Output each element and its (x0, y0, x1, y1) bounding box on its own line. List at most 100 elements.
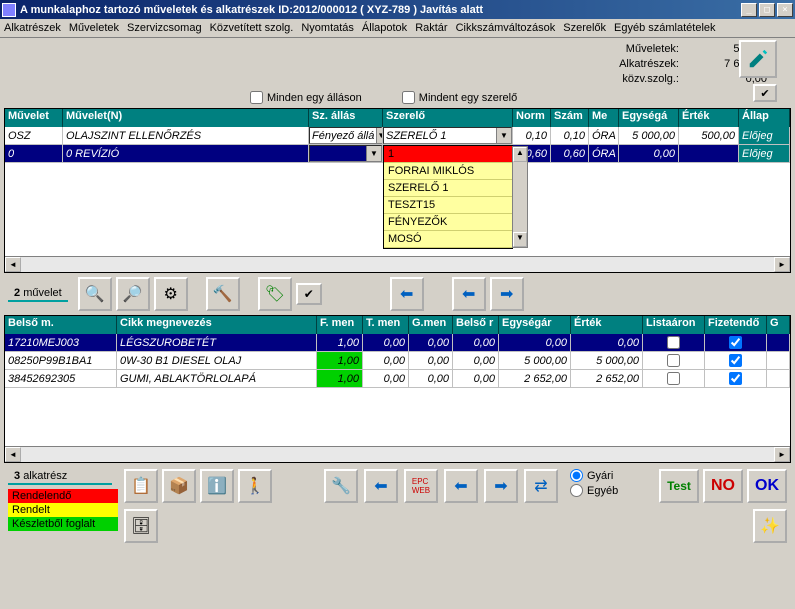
ops-col-egysegar[interactable]: Egységá (619, 109, 679, 127)
check-minden-allason[interactable]: Minden egy álláson (250, 91, 362, 104)
check-small-button[interactable]: ✔ (296, 283, 322, 305)
ops-col-szallas[interactable]: Sz. állás (309, 109, 383, 127)
close-button[interactable]: × (777, 3, 793, 17)
szerelo-dropdown[interactable]: 1 FORRAI MIKLÓS SZERELŐ 1 TESZT15 FÉNYEZ… (383, 145, 513, 249)
ops-col-szam[interactable]: Szám (551, 109, 589, 127)
ops-col-norm[interactable]: Norm (513, 109, 551, 127)
ops-col-ertek[interactable]: Érték (679, 109, 739, 127)
list-out-button[interactable]: ➡ (484, 469, 518, 503)
ops-col-muveletn[interactable]: Művelet(N) (63, 109, 309, 127)
ok-button[interactable]: OK (747, 469, 787, 503)
confirm-small-button[interactable]: ✔ (753, 84, 777, 102)
scroll-left-icon[interactable]: ◄ (5, 447, 21, 462)
menu-raktar[interactable]: Raktár (415, 22, 447, 34)
parts-col-egysegar[interactable]: Egységár (499, 316, 571, 334)
chevron-down-icon[interactable]: ▼ (376, 128, 383, 143)
chevron-down-icon[interactable]: ▼ (496, 128, 511, 143)
ops-cell-szerelo[interactable]: SZERELŐ 1▼ (383, 127, 513, 144)
parts-col-fizetendo[interactable]: Fizetendő (705, 316, 767, 334)
ops-col-allapot[interactable]: Állap (739, 109, 790, 127)
list-both-button[interactable]: ⇄ (524, 469, 558, 503)
menu-allapotok[interactable]: Állapotok (362, 22, 407, 34)
indent-left-button[interactable]: ⬅ (452, 277, 486, 311)
dropdown-scrollbar[interactable]: ▲ ▼ (512, 146, 528, 248)
indent-right-button[interactable]: ➡ (490, 277, 524, 311)
maximize-button[interactable]: □ (759, 3, 775, 17)
check-minden-allason-input[interactable] (250, 91, 263, 104)
parts-col-belso[interactable]: Belső m. (5, 316, 117, 334)
parts-col-gmen[interactable]: G.men (409, 316, 453, 334)
scroll-left-icon[interactable]: ◄ (5, 257, 21, 272)
dropdown-item[interactable]: FORRAI MIKLÓS (384, 163, 512, 180)
ops-hscrollbar[interactable]: ◄ ► (5, 256, 790, 272)
edit-totals-button[interactable] (739, 40, 777, 78)
ops-col-szerelo[interactable]: Szerelő (383, 109, 513, 127)
dropdown-item[interactable]: FÉNYEZŐK (384, 214, 512, 231)
ops-col-muvelet[interactable]: Művelet (5, 109, 63, 127)
parts-col-tmen[interactable]: T. men (363, 316, 409, 334)
check-mindent-szerelo[interactable]: Mindent egy szerelő (402, 91, 517, 104)
parts-col-cikk[interactable]: Cikk megnevezés (117, 316, 317, 334)
scroll-down-icon[interactable]: ▼ (513, 232, 527, 247)
parts-row[interactable]: 08250P99B1BA1 0W-30 B1 DIESEL OLAJ 1,00 … (5, 352, 790, 370)
menu-alkatreszek[interactable]: Alkatrészek (4, 22, 61, 34)
menu-cikkszam[interactable]: Cikkszámváltozások (456, 22, 556, 34)
person-button[interactable]: 🚶 (238, 469, 272, 503)
menu-nyomtatas[interactable]: Nyomtatás (301, 22, 354, 34)
search-ops-button[interactable]: 🔍 (78, 277, 112, 311)
check-mindent-szerelo-input[interactable] (402, 91, 415, 104)
dropdown-item[interactable]: 1 (384, 146, 512, 163)
scroll-up-icon[interactable]: ▲ (513, 147, 527, 162)
scroll-right-icon[interactable]: ► (774, 447, 790, 462)
epc-web-button[interactable]: EPCWEB (404, 469, 438, 503)
tools-button[interactable]: 🔨 (206, 277, 240, 311)
dropdown-item[interactable]: MOSÓ (384, 231, 512, 248)
menu-muveletek[interactable]: Műveletek (69, 22, 119, 34)
parts-fiz-checkbox[interactable] (729, 336, 742, 349)
parts-lista-checkbox[interactable] (667, 372, 680, 385)
tires-button[interactable]: ⚙ (154, 277, 188, 311)
parts-lista-checkbox[interactable] (667, 354, 680, 367)
list-left-button[interactable]: ⬅ (364, 469, 398, 503)
no-button[interactable]: NO (703, 469, 743, 503)
radio-gyari[interactable]: Gyári (570, 469, 618, 482)
menu-szervizcsomag[interactable]: Szervizcsomag (127, 22, 202, 34)
wrench-button[interactable]: 🔧 (324, 469, 358, 503)
chevron-down-icon[interactable]: ▼ (366, 146, 381, 161)
wand-button[interactable]: ✨ (753, 509, 787, 543)
notes-button[interactable]: 📋 (124, 469, 158, 503)
parts-hscrollbar[interactable]: ◄ ► (5, 446, 790, 462)
ops-cell-allas[interactable]: Fényező állá▼ (309, 127, 383, 144)
scroll-track[interactable] (21, 257, 774, 272)
parts-col-listaaron[interactable]: Listaáron (643, 316, 705, 334)
parts-col-g[interactable]: G (767, 316, 790, 334)
scroll-track[interactable] (21, 447, 774, 462)
scroll-right-icon[interactable]: ► (774, 257, 790, 272)
ops-col-me[interactable]: Me (589, 109, 619, 127)
ops-row[interactable]: OSZ OLAJSZINT ELLENŐRZÉS Fényező állá▼ S… (5, 127, 790, 145)
parts-col-ertek[interactable]: Érték (571, 316, 643, 334)
radio-egyeb[interactable]: Egyéb (570, 484, 618, 497)
test-button[interactable]: Test (659, 469, 699, 503)
dropdown-item[interactable]: SZERELŐ 1 (384, 180, 512, 197)
parts-row-selected[interactable]: 17210MEJ003 LÉGSZUROBETÉT 1,00 0,00 0,00… (5, 334, 790, 352)
parts-col-fmen[interactable]: F. men (317, 316, 363, 334)
sort-asc-button[interactable]: ⬅ (390, 277, 424, 311)
info-button[interactable]: ℹ️ (200, 469, 234, 503)
list-in-button[interactable]: ⬅ (444, 469, 478, 503)
search-parts-button[interactable]: 🔎 (116, 277, 150, 311)
radio-egyeb-input[interactable] (570, 484, 583, 497)
menu-egyeb[interactable]: Egyéb számlatételek (614, 22, 716, 34)
menu-szerelok[interactable]: Szerelők (563, 22, 606, 34)
package-button[interactable]: 📦 (162, 469, 196, 503)
parts-fiz-checkbox[interactable] (729, 354, 742, 367)
parts-col-belsor[interactable]: Belső r (453, 316, 499, 334)
shelf-button[interactable]: 🗄 (124, 509, 158, 543)
parts-fiz-checkbox[interactable] (729, 372, 742, 385)
tag-button[interactable]: 🏷 (258, 277, 292, 311)
parts-lista-checkbox[interactable] (667, 336, 680, 349)
menu-kozvetitett[interactable]: Közvetített szolg. (210, 22, 294, 34)
parts-row[interactable]: 38452692305 GUMI, ABLAKTÖRLOLAPÁ 1,00 0,… (5, 370, 790, 388)
radio-gyari-input[interactable] (570, 469, 583, 482)
minimize-button[interactable]: _ (741, 3, 757, 17)
